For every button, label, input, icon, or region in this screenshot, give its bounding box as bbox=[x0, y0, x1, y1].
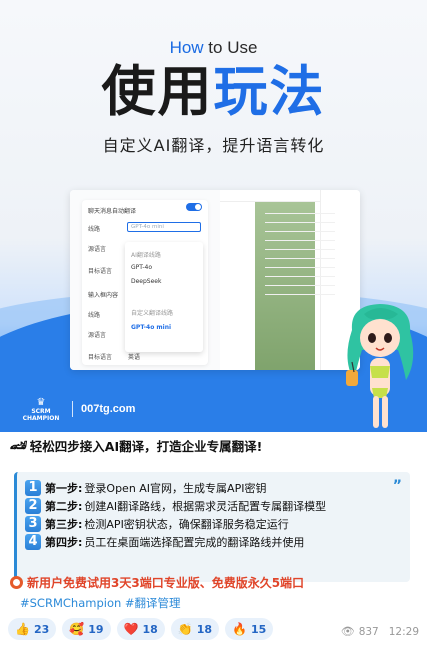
reactions-bar: 👍 23 🥰 19 ❤️ 18 👏 18 🔥 15 bbox=[8, 618, 279, 640]
message-headline: 🏎 轻松四步接入AI翻译，打造企业专属翻译! bbox=[10, 436, 262, 455]
reaction-heart[interactable]: ❤️ 18 bbox=[116, 618, 165, 640]
step-text: 检测API密钥状态，确保翻译服务稳定运行 bbox=[84, 518, 289, 531]
message-meta: 👁 837 12:29 bbox=[341, 625, 419, 638]
poster-title: 使用玩法 bbox=[0, 60, 427, 124]
brand-separator bbox=[72, 401, 73, 417]
keycap-3-icon: 3 bbox=[25, 516, 41, 532]
route-select: GPT-4o mini bbox=[127, 222, 201, 232]
lifebuoy-icon bbox=[10, 576, 23, 589]
step-key: 第四步: bbox=[45, 536, 83, 549]
reaction-count: 23 bbox=[33, 622, 50, 636]
step-item: 2 第二步: 创建AI翻译路线，根据需求灵活配置专属翻译模型 bbox=[25, 498, 326, 514]
keycap-1-icon: 1 bbox=[25, 480, 41, 496]
reaction-count: 19 bbox=[88, 622, 104, 636]
route2-label: 线路 bbox=[88, 311, 101, 319]
keycap-2-icon: 2 bbox=[25, 498, 41, 514]
mock-settings-list bbox=[265, 205, 335, 355]
channel-post: How to Use 使用玩法 自定义AI翻译，提升语言转化 聊天消息自动翻译 … bbox=[0, 0, 427, 646]
clap-icon: 👏 bbox=[177, 622, 193, 636]
mock-topbar bbox=[220, 190, 320, 202]
dropdown-opt-deepseek: DeepSeek bbox=[131, 278, 162, 285]
brand-bottom: CHAMPION bbox=[22, 415, 60, 422]
reaction-count: 18 bbox=[196, 622, 213, 636]
keycap-4-icon: 4 bbox=[25, 534, 41, 550]
message-body: 🏎 轻松四步接入AI翻译，打造企业专属翻译! ” 1 第一步: 登录Open A… bbox=[0, 432, 427, 646]
heart-icon: ❤️ bbox=[123, 622, 139, 636]
auto-translate-toggle bbox=[186, 203, 202, 211]
step-item: 3 第三步: 检测API密钥状态，确保翻译服务稳定运行 bbox=[25, 516, 289, 532]
title-part-a: 使用 bbox=[101, 60, 214, 123]
eye-icon: 👁 bbox=[340, 625, 355, 638]
source2-label: 源语言 bbox=[88, 331, 107, 339]
step-item: 1 第一步: 登录Open AI官网，生成专属API密钥 bbox=[25, 480, 266, 496]
smiling-hearts-icon: 🥰 bbox=[69, 622, 85, 636]
route-label: 线路 bbox=[88, 225, 101, 233]
race-car-icon: 🏎 bbox=[10, 437, 28, 454]
brand-footer: ♛ SCRM CHAMPION 007tg.com bbox=[18, 398, 136, 423]
mascot-girl-illustration bbox=[346, 304, 414, 428]
target2-label: 目标语言 bbox=[88, 353, 113, 361]
step-text: 员工在桌面端选择配置完成的翻译路线并使用 bbox=[84, 536, 305, 549]
view-count: 837 bbox=[358, 625, 379, 638]
step-text: 创建AI翻译路线，根据需求灵活配置专属翻译模型 bbox=[84, 500, 327, 513]
target-label: 目标语言 bbox=[88, 267, 113, 275]
how-rest: to Use bbox=[203, 38, 258, 57]
dropdown-opt-gpt4o: GPT-4o bbox=[131, 264, 153, 271]
reaction-hearts-face[interactable]: 🥰 19 bbox=[62, 618, 111, 640]
dropdown-opt-gpt4o-mini: GPT-4o mini bbox=[131, 324, 172, 331]
input-label: 输入框内容 bbox=[88, 291, 119, 299]
post-image[interactable]: How to Use 使用玩法 自定义AI翻译，提升语言转化 聊天消息自动翻译 … bbox=[0, 0, 427, 432]
reaction-count: 18 bbox=[142, 622, 158, 636]
reaction-count: 15 bbox=[251, 622, 267, 636]
how-highlight: How bbox=[169, 38, 204, 57]
steps-blockquote: ” 1 第一步: 登录Open AI官网，生成专属API密钥 2 第二步: 创建… bbox=[14, 472, 410, 582]
step-key: 第三步: bbox=[45, 518, 83, 531]
reaction-fire[interactable]: 🔥 15 bbox=[225, 618, 274, 640]
promo-text: 新用户免费试用3天3端口专业版、免费版永久5端口 bbox=[27, 576, 305, 590]
dropdown-group: AI翻译线路 bbox=[131, 252, 161, 259]
route-dropdown: AI翻译线路 GPT-4o DeepSeek 自定义翻译线路 GPT-4o mi… bbox=[125, 242, 203, 352]
fire-icon: 🔥 bbox=[232, 622, 248, 636]
headline-text: 轻松四步接入AI翻译，打造企业专属翻译! bbox=[29, 439, 263, 454]
auto-translate-row: 聊天消息自动翻译 bbox=[88, 204, 202, 216]
step-text: 登录Open AI官网，生成专属API密钥 bbox=[84, 482, 267, 495]
hashtags[interactable]: #SCRMChampion #翻译管理 bbox=[20, 595, 181, 611]
site-url: 007tg.com bbox=[81, 403, 136, 415]
target2-value: 英语 bbox=[128, 353, 141, 361]
step-key: 第二步: bbox=[45, 500, 83, 513]
thumbs-up-icon: 👍 bbox=[15, 622, 30, 636]
brand-top: SCRM bbox=[31, 408, 51, 415]
step-key: 第一步: bbox=[45, 482, 83, 495]
reaction-clap[interactable]: 👏 18 bbox=[170, 618, 220, 640]
quote-icon: ” bbox=[392, 478, 402, 494]
dropdown-group2: 自定义翻译线路 bbox=[131, 310, 174, 317]
auto-translate-label: 聊天消息自动翻译 bbox=[88, 207, 137, 215]
step-item: 4 第四步: 员工在桌面端选择配置完成的翻译路线并使用 bbox=[25, 534, 304, 550]
poster-subtitle: 自定义AI翻译，提升语言转化 bbox=[102, 136, 325, 155]
how-to-use-heading: How to Use bbox=[0, 38, 427, 58]
scrm-champion-logo: ♛ SCRM CHAMPION bbox=[18, 398, 64, 423]
promo-line: 新用户免费试用3天3端口专业版、免费版永久5端口 bbox=[10, 574, 304, 591]
source-label: 源语言 bbox=[88, 245, 107, 253]
title-part-b: 玩法 bbox=[213, 60, 326, 123]
reaction-thumbs-up[interactable]: 👍 23 bbox=[8, 618, 57, 640]
message-time: 12:29 bbox=[388, 625, 419, 638]
